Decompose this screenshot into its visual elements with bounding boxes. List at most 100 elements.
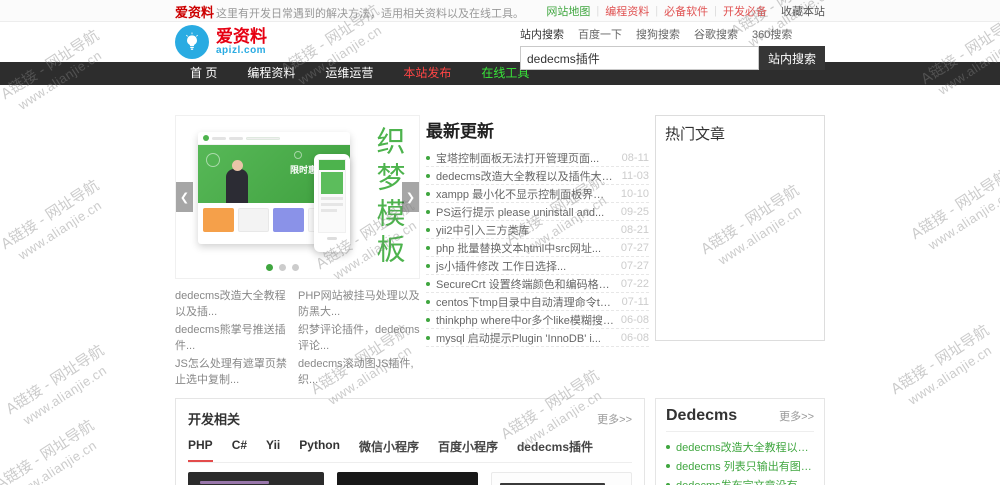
quick-link[interactable]: dedecms滚动图JS插件,织...	[298, 358, 414, 386]
carousel-next-arrow[interactable]: ❯	[402, 182, 419, 212]
table-row: PS运行提示 please uninstall and... 09-25	[426, 203, 649, 221]
article-date: 08-11	[621, 151, 649, 164]
carousel-dot-2[interactable]	[279, 264, 286, 271]
tab-csharp[interactable]: C#	[232, 438, 247, 462]
site-tagline: 爱资料 这里有开发日常遇到的解决方法，适用相关资料以及在线工具。	[175, 4, 525, 20]
hot-articles-title: 热门文章	[665, 126, 726, 143]
bullet-icon	[426, 191, 430, 196]
dedecms-panel: Dedecms 更多>> dedecms改造大全教程以及插件大集合仿站必 ded…	[655, 398, 825, 485]
bullet-icon	[426, 281, 430, 286]
list-item: dedecms改造大全教程以及插件大集合仿站必	[666, 437, 814, 456]
tab-baidu[interactable]: 百度一下	[578, 26, 622, 42]
article-card[interactable]: thinkphp where中or多个l...	[337, 472, 478, 485]
code-screenshot-thumbnail	[188, 472, 325, 485]
carousel-column: ❮ ❯ 限时惠88折 织梦模板 dedecms改造大全教程以及插... dede…	[175, 115, 420, 390]
link-essential-software[interactable]: 必备软件	[664, 3, 708, 19]
article-link[interactable]: dedecms 列表只输出有图片的文章_编程资料分	[676, 458, 814, 474]
nav-programming-docs[interactable]: 编程资料	[232, 62, 310, 85]
nav-site-publish[interactable]: 本站发布	[388, 62, 466, 85]
table-row: yii2中引入三方类库 08-21	[426, 221, 649, 239]
table-row: centos下tmp目录中自动清理命令tmpwatch... 07-11	[426, 293, 649, 311]
link-programming-docs[interactable]: 编程资料	[605, 3, 649, 19]
link-bookmark-site[interactable]: 收藏本站	[781, 3, 825, 19]
list-item: JS怎么处理有遮罩页禁止选中复制...	[175, 356, 293, 388]
link-sitemap[interactable]: 网站地图	[546, 3, 590, 19]
watermark: A链接 - 网址导航 www.alianjie.cn	[0, 416, 100, 485]
bullet-icon	[666, 463, 670, 468]
tab-google[interactable]: 谷歌搜索	[694, 26, 738, 42]
article-card[interactable]: mysql 启动提示Plugin 'In...	[491, 472, 632, 485]
article-date: 07-27	[620, 241, 649, 254]
tab-php[interactable]: PHP	[188, 438, 213, 462]
carousel: ❮ ❯ 限时惠88折 织梦模板	[175, 115, 420, 279]
tab-site-search[interactable]: 站内搜索	[520, 26, 564, 42]
dedecms-more-link[interactable]: 更多>>	[779, 408, 814, 424]
tab-360[interactable]: 360搜索	[752, 26, 792, 42]
bullet-icon	[426, 299, 430, 304]
search-engine-tabs: 站内搜索 百度一下 搜狗搜索 谷歌搜索 360搜索	[520, 26, 825, 42]
nav-ops[interactable]: 运维运营	[310, 62, 388, 85]
article-link[interactable]: js小插件修改 工作日选择...	[436, 258, 615, 274]
quick-links-left: dedecms改造大全教程以及插... dedecms熊掌号推送插件... JS…	[175, 288, 293, 390]
article-link[interactable]: php 批量替换文本html中src网址...	[436, 240, 615, 256]
logo-text: 爱资料 apizl.com	[216, 27, 267, 56]
search-button[interactable]: 站内搜索	[759, 46, 825, 70]
dev-tabs: PHP C# Yii Python 微信小程序 百度小程序 dedecms插件	[188, 438, 632, 463]
article-link[interactable]: xampp 最小化不显示控制面板界面解决办法...	[436, 186, 615, 202]
bottom-section: 开发相关 更多>> PHP C# Yii Python 微信小程序 百度小程序 …	[175, 398, 825, 485]
bullet-icon	[426, 245, 430, 250]
carousel-prev-arrow[interactable]: ❮	[176, 182, 193, 212]
article-date: 09-25	[620, 205, 649, 218]
article-link[interactable]: centos下tmp目录中自动清理命令tmpwatch...	[436, 294, 616, 310]
article-link[interactable]: thinkphp where中or多个like模糊搜索...	[436, 312, 615, 328]
article-date: 07-27	[620, 259, 649, 272]
bullet-icon	[426, 317, 430, 322]
article-date: 06-08	[620, 313, 649, 326]
header: 爱资料 apizl.com 站内搜索 百度一下 搜狗搜索 谷歌搜索 360搜索 …	[0, 22, 1000, 70]
nav-home[interactable]: 首 页	[175, 62, 232, 85]
preview-browser-header	[198, 132, 350, 145]
article-link[interactable]: mysql 启动提示Plugin 'InnoDB' i...	[436, 330, 615, 346]
tab-yii[interactable]: Yii	[266, 438, 280, 462]
site-logo[interactable]: 爱资料 apizl.com	[175, 25, 267, 59]
table-row: 宝塔控制面板无法打开管理页面... 08-11	[426, 149, 649, 167]
list-item: dedecms发布完文章没有显示文章内容解决办	[666, 475, 814, 485]
hot-articles-section: 热门文章	[655, 115, 825, 390]
quick-link[interactable]: PHP网站被挂马处理以及防黑大...	[298, 290, 420, 318]
quick-link[interactable]: dedecms熊掌号推送插件...	[175, 324, 286, 352]
search-input[interactable]	[520, 46, 759, 70]
tab-dedecms-plugin[interactable]: dedecms插件	[517, 438, 593, 462]
article-link[interactable]: PS运行提示 please uninstall and...	[436, 204, 615, 220]
bullet-icon	[666, 444, 670, 449]
link-dev-essentials[interactable]: 开发必备	[723, 3, 767, 19]
bullet-icon	[426, 263, 430, 268]
article-link[interactable]: dedecms改造大全教程以及插件大集合仿站必	[676, 439, 814, 455]
tab-wechat-miniprogram[interactable]: 微信小程序	[359, 438, 419, 462]
bullet-icon	[426, 155, 430, 160]
tab-sogou[interactable]: 搜狗搜索	[636, 26, 680, 42]
slide-phone-preview	[314, 154, 350, 252]
carousel-dot-1[interactable]	[266, 264, 273, 271]
tab-baidu-miniprogram[interactable]: 百度小程序	[438, 438, 498, 462]
main-content: ❮ ❯ 限时惠88折 织梦模板 dedecms改造大全教程以及插... dede…	[175, 115, 825, 390]
article-link[interactable]: yii2中引入三方类库	[436, 222, 615, 238]
article-card[interactable]: yii2中引入三方类库	[188, 472, 325, 485]
article-date: 11-03	[621, 169, 649, 182]
watermark: A链接 - 网址导航 www.alianjie.cn	[907, 166, 1000, 253]
divider: |	[714, 5, 717, 17]
article-link[interactable]: 宝塔控制面板无法打开管理页面...	[436, 150, 616, 166]
carousel-dot-3[interactable]	[292, 264, 299, 271]
tab-python[interactable]: Python	[299, 438, 340, 462]
quick-link[interactable]: JS怎么处理有遮罩页禁止选中复制...	[175, 358, 287, 386]
dedecms-panel-title: Dedecms	[666, 407, 738, 424]
article-link[interactable]: dedecms改造大全教程以及插件大集合仿站必备...	[436, 168, 616, 184]
quick-link[interactable]: 织梦评论插件，dedecms评论...	[298, 324, 420, 352]
quick-link[interactable]: dedecms改造大全教程以及插...	[175, 290, 286, 318]
divider: |	[655, 5, 659, 17]
preview-person	[226, 160, 248, 203]
article-link[interactable]: SecureCrt 设置终端颜色和编码格式...	[436, 276, 615, 292]
article-date: 08-21	[620, 223, 649, 236]
article-link[interactable]: dedecms发布完文章没有显示文章内容解决办	[676, 477, 814, 485]
log-screenshot-thumbnail	[491, 472, 632, 485]
dev-more-link[interactable]: 更多>>	[597, 411, 632, 427]
